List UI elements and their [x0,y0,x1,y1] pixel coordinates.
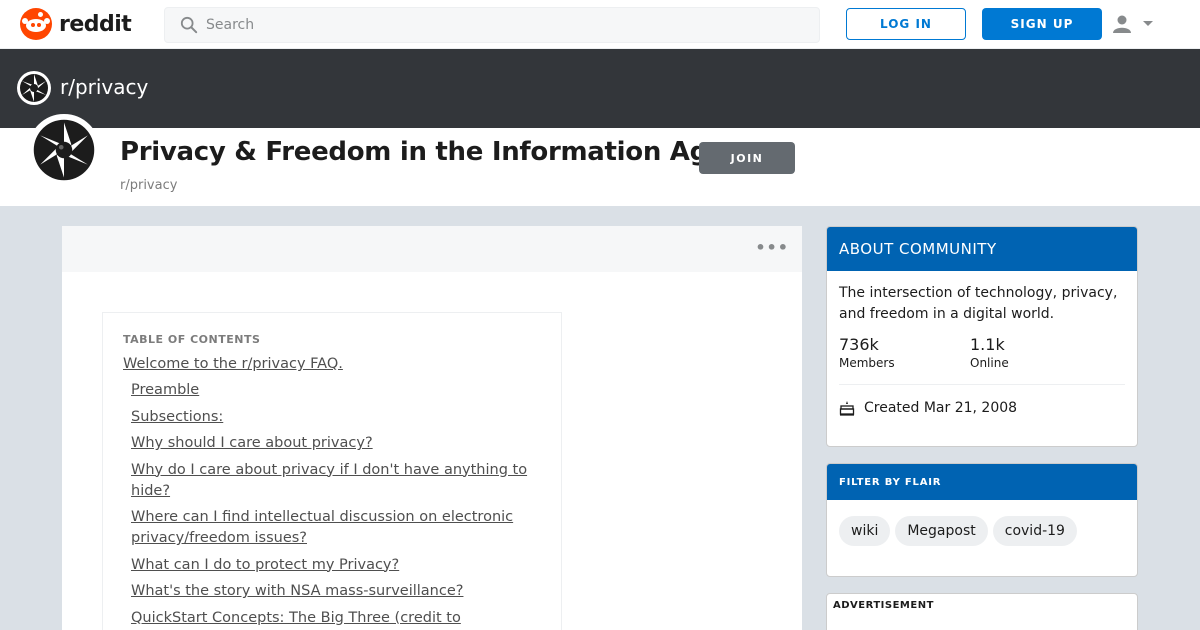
about-community-card: ABOUT COMMUNITY The intersection of tech… [826,226,1138,447]
user-dropdown[interactable] [1112,12,1162,36]
toc-link[interactable]: Where can I find intellectual discussion… [131,509,513,546]
reddit-logo-icon [20,8,52,40]
toc-link[interactable]: Welcome to the r/privacy FAQ. [123,356,343,372]
toc-heading: TABLE OF CONTENTS [123,333,261,346]
filter-by-flair-card: FILTER BY FLAIR wiki Megapost covid-19 [826,463,1138,577]
toc-link[interactable]: Why do I care about privacy if I don't h… [131,462,527,499]
search-icon [180,16,198,34]
created-date: Created Mar 21, 2008 [864,400,1018,416]
toc-item: What can I do to protect my Privacy? [123,555,541,576]
toc-link[interactable]: What's the story with NSA mass-surveilla… [131,583,463,599]
toc-item: Welcome to the r/privacy FAQ. [123,354,541,375]
created-date-row: Created Mar 21, 2008 [827,385,1137,416]
toc-item: Where can I find intellectual discussion… [123,507,541,549]
join-button[interactable]: JOIN [699,142,795,174]
advertisement-label: ADVERTISEMENT [833,600,934,611]
community-stats: 736k Members 1.1k Online [827,325,1137,370]
flair-chip[interactable]: wiki [839,516,891,546]
community-description: The intersection of technology, privacy,… [839,285,1118,322]
flair-chip[interactable]: Megapost [895,516,988,546]
toc-item: Subsections: [123,407,541,428]
flair-list: wiki Megapost covid-19 [827,500,1137,546]
subreddit-name: r/privacy [120,178,178,193]
online-stat: 1.1k Online [970,335,1101,370]
aperture-icon [17,71,51,105]
caret-down-icon [1143,21,1153,26]
flair-chip[interactable]: covid-19 [992,516,1077,546]
members-label: Members [839,356,895,370]
top-nav-bar: reddit LOG IN SIGN UP [0,0,1200,49]
toc-item: Why do I care about privacy if I don't h… [123,460,541,502]
toc-link[interactable]: What can I do to protect my Privacy? [131,557,399,573]
toc-item: Why should I care about privacy? [123,433,541,454]
content-toolbar: ••• [62,226,802,272]
subreddit-avatar [28,114,100,186]
online-count: 1.1k [970,335,1005,354]
table-of-contents: TABLE OF CONTENTS Welcome to the r/priva… [102,312,562,630]
toc-link[interactable]: QuickStart Concepts: The Big Three (cred… [131,610,461,626]
members-count: 736k [839,335,879,354]
toc-item: What's the story with NSA mass-surveilla… [123,581,541,602]
reddit-home-link[interactable]: reddit [20,8,132,40]
toc-item: QuickStart Concepts: The Big Three (cred… [123,608,541,629]
sign-up-button[interactable]: SIGN UP [982,8,1102,40]
search-input[interactable] [206,17,786,33]
search-bar[interactable] [164,7,820,43]
toc-list: Welcome to the r/privacy FAQ. Preamble Sub… [123,354,541,629]
subreddit-header: Privacy & Freedom in the Information Age… [0,114,1200,206]
about-community-heading: ABOUT COMMUNITY [827,227,1137,271]
advertisement-card: ADVERTISEMENT [826,593,1138,630]
flair-heading: FILTER BY FLAIR [827,464,1137,500]
online-label: Online [970,356,1009,370]
cake-icon [839,401,855,416]
toc-item: Preamble [123,380,541,401]
toc-link[interactable]: Subsections: [131,409,223,425]
more-options-icon[interactable]: ••• [755,240,789,256]
subreddit-title: Privacy & Freedom in the Information Age [120,137,726,167]
toc-link[interactable]: Why should I care about privacy? [131,435,373,451]
log-in-button[interactable]: LOG IN [846,8,966,40]
brand-wordmark: reddit [59,11,132,37]
toc-link[interactable]: Preamble [131,382,199,398]
wiki-content-card: ••• TABLE OF CONTENTS Welcome to the r/p… [62,226,802,630]
members-stat: 736k Members [839,335,970,370]
user-icon [1113,15,1131,33]
banner-subreddit-name[interactable]: r/privacy [60,75,148,99]
subreddit-banner: r/privacy [0,49,1200,128]
